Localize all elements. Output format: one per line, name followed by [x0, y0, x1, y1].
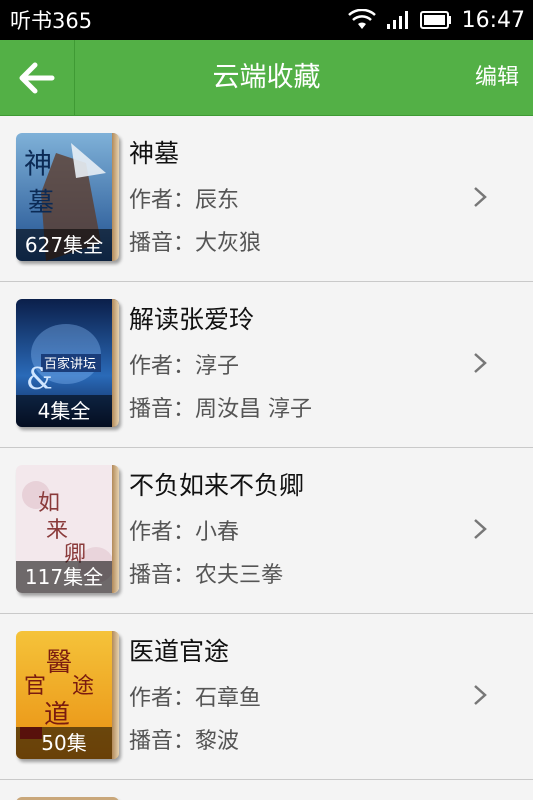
episode-badge: 50集 — [16, 727, 112, 759]
svg-text:官: 官 — [24, 674, 46, 699]
book-narrator: 播音：农夫三拳 — [129, 563, 284, 588]
cover-spine — [112, 133, 119, 261]
svg-text:墓: 墓 — [28, 188, 54, 218]
book-narrator: 播音：周汝昌 淳子 — [129, 397, 312, 422]
book-cover: 醫 官 途 道 50集 — [16, 631, 119, 759]
book-author: 作者：小春 — [129, 520, 240, 545]
signal-icon — [386, 10, 410, 30]
svg-text:醫: 醫 — [46, 648, 72, 678]
book-author: 作者：石章鱼 — [129, 686, 262, 711]
book-list: 神 墓 627集全 神墓 作者：辰东 播音：大灰狼 百家讲坛 & 4集全 解读张… — [0, 116, 533, 800]
book-title: 不负如来不负卿 — [129, 471, 305, 500]
list-item[interactable]: 醫 官 途 道 50集 医道官途 作者：石章鱼 播音：黎波 — [0, 614, 533, 780]
episode-badge: 117集全 — [16, 561, 112, 593]
status-icons: 16:47 — [347, 7, 525, 33]
header-bar: 云端收藏 编辑 — [0, 40, 533, 116]
chevron-right-icon — [473, 684, 487, 710]
book-cover: 神 墓 627集全 — [16, 133, 119, 261]
svg-text:&: & — [26, 362, 53, 397]
book-narrator: 播音：大灰狼 — [129, 231, 262, 256]
book-title: 神墓 — [129, 139, 180, 168]
svg-text:如: 如 — [38, 491, 60, 516]
list-item[interactable]: 百家讲坛 & 4集全 解读张爱玲 作者：淳子 播音：周汝昌 淳子 — [0, 282, 533, 448]
episode-badge: 4集全 — [16, 395, 112, 427]
page-title: 云端收藏 — [212, 62, 321, 93]
book-author: 作者：辰东 — [129, 188, 240, 213]
book-author: 作者：淳子 — [129, 354, 240, 379]
chevron-right-icon — [473, 352, 487, 378]
book-title: 解读张爱玲 — [129, 305, 255, 334]
cover-spine — [112, 631, 119, 759]
status-app-label: 听书365 — [10, 9, 93, 33]
clock: 16:47 — [461, 7, 525, 33]
battery-icon — [419, 11, 452, 29]
cover-spine — [112, 465, 119, 593]
back-button[interactable] — [0, 40, 75, 115]
list-item-partial[interactable] — [0, 780, 533, 800]
book-narrator: 播音：黎波 — [129, 729, 240, 754]
cover-spine — [112, 299, 119, 427]
wifi-icon — [347, 9, 376, 31]
svg-text:道: 道 — [44, 700, 70, 730]
book-cover: 百家讲坛 & 4集全 — [16, 299, 119, 427]
svg-text:来: 来 — [46, 518, 68, 543]
list-item[interactable]: 如 来 卿 117集全 不负如来不负卿 作者：小春 播音：农夫三拳 — [0, 448, 533, 614]
svg-text:途: 途 — [72, 674, 94, 699]
episode-badge: 627集全 — [16, 229, 112, 261]
chevron-right-icon — [473, 518, 487, 544]
status-bar: 听书365 16:47 — [0, 0, 533, 40]
svg-text:神: 神 — [24, 147, 52, 180]
book-title: 医道官途 — [129, 637, 230, 666]
edit-button[interactable]: 编辑 — [475, 40, 519, 115]
chevron-right-icon — [473, 186, 487, 212]
book-cover: 如 来 卿 117集全 — [16, 465, 119, 593]
list-item[interactable]: 神 墓 627集全 神墓 作者：辰东 播音：大灰狼 — [0, 116, 533, 282]
back-arrow-icon — [19, 62, 55, 94]
